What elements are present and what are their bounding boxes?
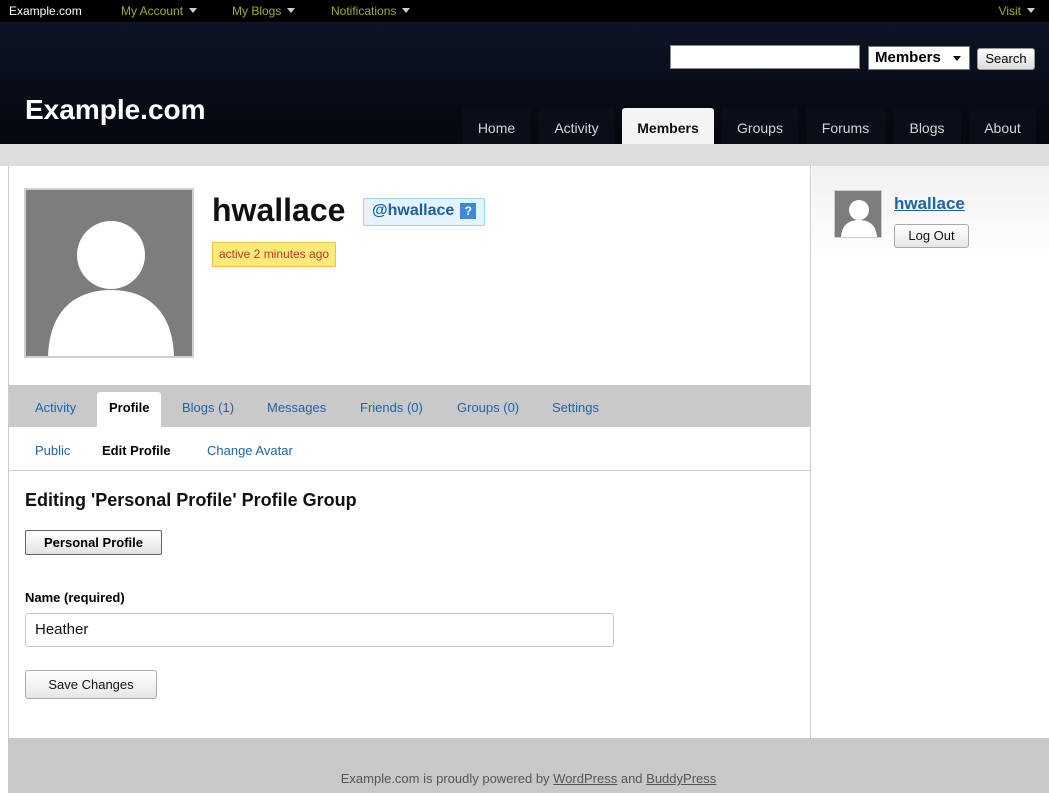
sidebar-username-link[interactable]: hwallace <box>894 194 965 214</box>
footer: Example.com is proudly powered by WordPr… <box>8 738 1049 793</box>
site-header: Members Search Example.com Home Activity… <box>0 22 1049 144</box>
wordpress-link[interactable]: WordPress <box>553 771 617 786</box>
nav-groups[interactable]: Groups <box>722 108 798 144</box>
activity-status-badge: active 2 minutes ago <box>212 242 337 267</box>
tab-friends[interactable]: Friends (0) <box>360 400 423 415</box>
tab-groups[interactable]: Groups (0) <box>457 400 519 415</box>
tab-blogs[interactable]: Blogs (1) <box>182 400 234 415</box>
default-avatar-icon <box>835 191 881 237</box>
name-field-label: Name (required) <box>25 590 125 605</box>
profile-handle-text: @hwallace <box>372 202 455 219</box>
footer-text-and: and <box>617 771 647 786</box>
sidebar: hwallace Log Out <box>812 166 1049 738</box>
notifications-label: Notifications <box>331 4 397 18</box>
profile-handle: @hwallace? <box>363 198 486 226</box>
my-blogs-menu[interactable]: My Blogs <box>232 4 296 18</box>
admin-bar-brand[interactable]: Example.com <box>9 4 82 18</box>
notifications-menu[interactable]: Notifications <box>331 4 411 18</box>
profile-username: hwallace <box>212 192 346 228</box>
my-account-label: My Account <box>121 4 184 18</box>
site-title[interactable]: Example.com <box>25 94 206 126</box>
header-band <box>0 144 1049 166</box>
subtab-edit-profile[interactable]: Edit Profile <box>102 443 171 458</box>
tab-activity[interactable]: Activity <box>35 400 76 415</box>
search-button[interactable]: Search <box>977 48 1035 70</box>
main-content: hwallace @hwallace? active 2 minutes ago… <box>8 166 811 738</box>
nav-about[interactable]: About <box>969 108 1036 144</box>
nav-home[interactable]: Home <box>462 108 531 144</box>
profile-tabs: Activity Profile Blogs (1) Messages Frie… <box>9 385 810 427</box>
buddypress-link[interactable]: BuddyPress <box>646 771 716 786</box>
search-scope-select[interactable]: Members <box>868 46 970 70</box>
save-changes-button[interactable]: Save Changes <box>25 670 157 699</box>
profile-group-button[interactable]: Personal Profile <box>25 530 162 555</box>
admin-bar: Example.com My Account My Blogs Notifica… <box>0 0 1049 22</box>
nav-members[interactable]: Members <box>622 108 714 144</box>
chevron-down-icon <box>402 8 411 13</box>
my-account-menu[interactable]: My Account <box>121 4 198 18</box>
nav-forums[interactable]: Forums <box>806 108 885 144</box>
chevron-down-icon <box>1027 8 1035 13</box>
search-scope-value: Members <box>875 49 941 66</box>
avatar[interactable] <box>24 188 194 358</box>
subtab-public[interactable]: Public <box>35 443 70 458</box>
chevron-down-icon <box>953 56 961 61</box>
default-avatar-icon <box>26 190 192 356</box>
my-blogs-label: My Blogs <box>232 4 282 18</box>
sidebar-user-panel: hwallace Log Out <box>812 166 1049 260</box>
visit-menu[interactable]: Visit <box>999 4 1035 18</box>
nav-blogs[interactable]: Blogs <box>893 108 961 144</box>
subtab-change-avatar[interactable]: Change Avatar <box>207 443 293 458</box>
tab-profile[interactable]: Profile <box>97 392 162 427</box>
profile-subtabs: Public Edit Profile Change Avatar <box>9 427 810 471</box>
nav-activity[interactable]: Activity <box>539 108 614 144</box>
page-title: Editing 'Personal Profile' Profile Group <box>25 490 357 510</box>
tab-messages[interactable]: Messages <box>267 400 326 415</box>
search-input[interactable] <box>670 45 860 69</box>
help-icon[interactable]: ? <box>460 203 477 219</box>
chevron-down-icon <box>287 8 296 13</box>
tab-settings[interactable]: Settings <box>552 400 599 415</box>
chevron-down-icon <box>189 8 198 13</box>
logout-button[interactable]: Log Out <box>894 224 969 248</box>
footer-text: Example.com is proudly powered by <box>340 771 554 786</box>
name-field[interactable]: Heather <box>25 613 614 647</box>
sidebar-avatar[interactable] <box>834 190 882 238</box>
visit-label: Visit <box>998 4 1021 18</box>
page: Example.com My Account My Blogs Notifica… <box>0 0 1049 793</box>
